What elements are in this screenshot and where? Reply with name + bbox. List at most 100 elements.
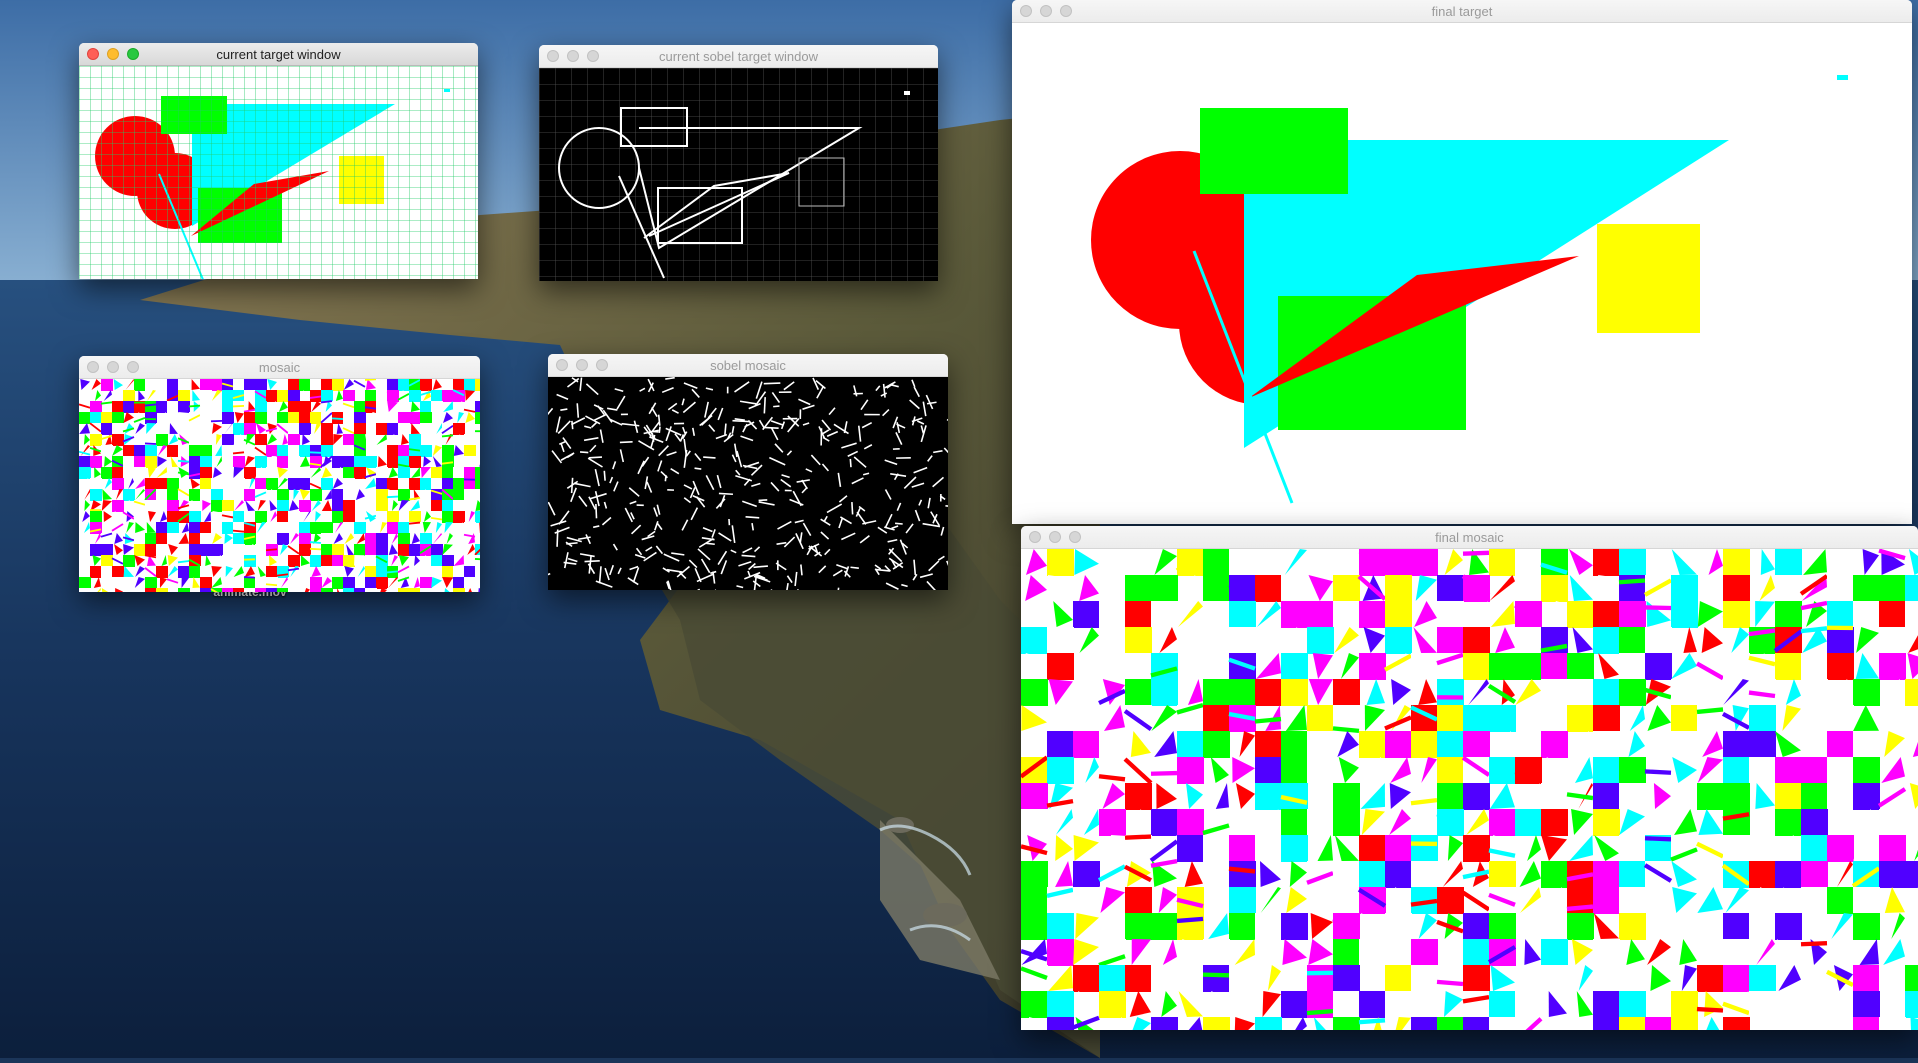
- mosaic-tile: [343, 489, 355, 501]
- mosaic-tile: [1047, 757, 1074, 784]
- mosaic-tile: [90, 511, 102, 523]
- mosaic-tile: [343, 390, 355, 402]
- mosaic-tile: [464, 566, 476, 578]
- titlebar[interactable]: final target: [1012, 0, 1912, 23]
- mosaic-tile: [1775, 1017, 1802, 1030]
- titlebar[interactable]: current sobel target window: [539, 45, 938, 68]
- mosaic-stroke: [1801, 943, 1827, 944]
- window-title: sobel mosaic: [548, 358, 948, 373]
- titlebar[interactable]: final mosaic: [1021, 526, 1918, 549]
- mosaic-tile: [1801, 835, 1828, 862]
- mosaic-tile: [189, 445, 201, 457]
- final-mosaic-window[interactable]: final mosaic: [1021, 526, 1918, 1030]
- mosaic-tile: [1073, 887, 1100, 914]
- mosaic-tile: [244, 390, 256, 402]
- mosaic-tile: [1541, 679, 1568, 706]
- mosaic-tile: [321, 390, 333, 402]
- mosaic-tile: [1125, 913, 1152, 940]
- mosaic-tile: [354, 522, 366, 534]
- mosaic-tile: [1021, 991, 1048, 1018]
- mosaic-tile: [387, 445, 399, 457]
- mosaic-tile: [1177, 809, 1204, 836]
- sobel-edge-stroke: [850, 459, 851, 467]
- mosaic-tile: [1853, 913, 1880, 940]
- mosaic-stroke: [1203, 975, 1229, 976]
- mosaic-window[interactable]: mosaic: [79, 356, 480, 592]
- mosaic-tile: [123, 445, 135, 457]
- mosaic-tile: [1385, 913, 1412, 940]
- mosaic-tile: [1463, 653, 1490, 680]
- mosaic-tile: [299, 401, 311, 413]
- sobel-edge-stroke: [585, 561, 600, 562]
- mosaic-tile: [376, 445, 388, 457]
- mosaic-tile: [398, 544, 410, 556]
- current-target-window[interactable]: current target window: [79, 43, 478, 279]
- mosaic-stroke: [1697, 709, 1723, 712]
- mosaic-tile: [288, 412, 300, 424]
- mosaic-tile: [200, 379, 212, 391]
- mosaic-tile: [343, 456, 355, 468]
- mosaic-tile: [1021, 861, 1048, 888]
- mosaic-tile: [1203, 965, 1230, 992]
- mosaic-tile: [1723, 1017, 1750, 1030]
- mosaic-tile: [1671, 575, 1698, 602]
- mosaic-tile: [145, 456, 157, 468]
- mosaic-tile: [101, 467, 113, 479]
- mosaic-tile: [1749, 705, 1776, 732]
- mosaic-tile: [288, 390, 300, 402]
- mosaic-tile: [442, 566, 454, 578]
- mosaic-tile: [1645, 809, 1672, 836]
- mosaic-tile: [464, 500, 476, 512]
- window-title: final mosaic: [1021, 530, 1918, 545]
- mosaic-tile: [354, 456, 366, 468]
- mosaic-tile: [79, 467, 91, 479]
- mosaic-tile: [200, 434, 212, 446]
- mosaic-tile: [189, 511, 201, 523]
- mosaic-tile: [1229, 601, 1256, 628]
- titlebar[interactable]: sobel mosaic: [548, 354, 948, 377]
- mosaic-stroke: [1515, 772, 1541, 775]
- mosaic-tile: [90, 544, 102, 556]
- mosaic-tile: [354, 588, 366, 592]
- mosaic-tile: [1047, 549, 1074, 576]
- mosaic-tile: [1775, 809, 1802, 836]
- mosaic-tile: [1099, 809, 1126, 836]
- mosaic-tile: [277, 511, 289, 523]
- current-sobel-window[interactable]: current sobel target window: [539, 45, 938, 281]
- mosaic-tile: [453, 379, 465, 391]
- mosaic-tile: [1619, 861, 1646, 888]
- final-target-window[interactable]: final target: [1012, 0, 1912, 524]
- mosaic-tile: [354, 423, 366, 435]
- titlebar[interactable]: mosaic: [79, 356, 480, 379]
- mosaic-tile: [464, 577, 476, 589]
- mosaic-tile: [244, 577, 256, 589]
- mosaic-tile: [1151, 913, 1178, 940]
- mosaic-tile: [321, 566, 333, 578]
- sobel-mosaic-window[interactable]: sobel mosaic: [548, 354, 948, 590]
- mosaic-tile: [1593, 679, 1620, 706]
- mosaic-tile: [1203, 705, 1230, 732]
- mosaic-tile: [233, 478, 245, 490]
- mosaic-tile: [1801, 809, 1828, 836]
- mosaic-tile: [1229, 887, 1256, 914]
- mosaic-tile: [145, 533, 157, 545]
- mosaic-tile: [200, 478, 212, 490]
- mosaic-tile: [475, 511, 480, 523]
- mosaic-tile: [1099, 653, 1126, 680]
- mosaic-tile: [167, 511, 179, 523]
- mosaic-tile: [244, 467, 256, 479]
- titlebar[interactable]: current target window: [79, 43, 478, 66]
- mosaic-tile: [123, 401, 135, 413]
- mosaic-tile: [310, 577, 322, 589]
- mosaic-tile: [1541, 653, 1568, 680]
- mosaic-stroke: [387, 497, 398, 498]
- mosaic-tile: [1307, 549, 1334, 576]
- mosaic-tile: [156, 489, 168, 501]
- mosaic-tile: [1749, 757, 1776, 784]
- mosaic-tile: [1723, 731, 1750, 758]
- mosaic-tile: [244, 379, 256, 391]
- mosaic-tile: [233, 588, 245, 592]
- mosaic-stroke: [475, 559, 480, 560]
- mosaic-tile: [299, 522, 311, 534]
- mosaic-tile: [101, 566, 113, 578]
